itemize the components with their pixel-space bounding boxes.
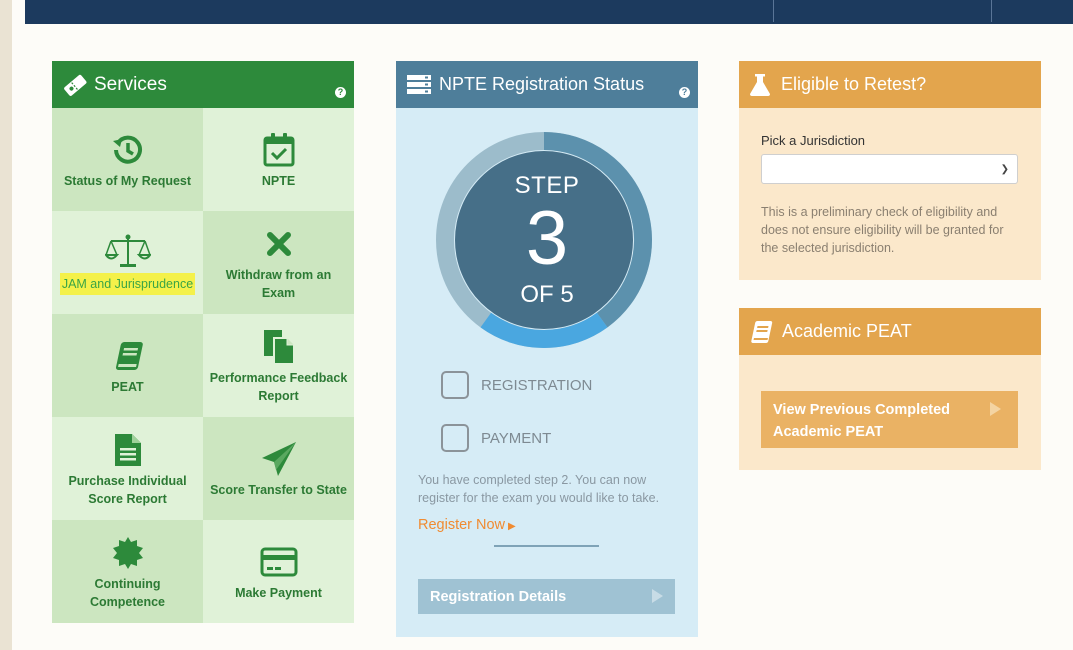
- npte-status-note: You have completed step 2. You can now r…: [418, 473, 660, 505]
- file-text-icon: [113, 430, 143, 470]
- tile-withdraw-from-an-exam[interactable]: Withdraw from an Exam: [203, 211, 354, 314]
- services-header: Services ?: [52, 61, 354, 108]
- tile-purchase-individual-score-report[interactable]: Purchase Individual Score Report: [52, 417, 203, 520]
- scales-icon: [104, 231, 151, 271]
- history-icon: [111, 130, 145, 170]
- tile-status-of-my-request[interactable]: Status of My Request: [52, 108, 203, 211]
- nav-divider: [991, 0, 992, 22]
- academic-peat-panel: Academic PEAT View Previous Completed Ac…: [739, 308, 1041, 470]
- view-previous-completed-peat-button[interactable]: View Previous Completed Academic PEAT: [761, 391, 1018, 448]
- tile-label: Status of My Request: [63, 173, 192, 188]
- tile-label: JAM and Jurisprudence: [59, 272, 196, 295]
- tile-make-payment[interactable]: Make Payment: [203, 520, 354, 623]
- register-now-label: Register Now: [418, 517, 506, 533]
- document-copy-icon: [261, 327, 297, 367]
- npte-header: NPTE Registration Status ?: [396, 61, 698, 108]
- credit-card-icon: [260, 542, 298, 582]
- tile-label: Performance Feedback Report: [209, 370, 348, 403]
- step-number: 3: [525, 196, 569, 281]
- npte-title: NPTE Registration Status: [439, 74, 645, 94]
- caret-right-icon: ▶: [508, 521, 516, 532]
- server-icon: [407, 74, 431, 94]
- chevron-down-icon: ❯: [1000, 164, 1009, 175]
- registration-details-label: Registration Details: [430, 588, 567, 605]
- tile-score-transfer-to-state[interactable]: Score Transfer to State: [203, 417, 354, 520]
- tile-label: Make Payment: [235, 585, 322, 600]
- pick-jurisdiction-label: Pick a Jurisdiction: [761, 133, 866, 148]
- play-arrow-icon: [652, 589, 663, 603]
- services-panel: Services ? Status of My Request NPTE JAM…: [52, 61, 354, 623]
- play-arrow-icon: [990, 402, 1001, 416]
- peat-title: Academic PEAT: [782, 321, 912, 341]
- peat-button-label: View Previous Completed Academic PEAT: [773, 402, 951, 440]
- top-navigation-bar: [25, 0, 1073, 24]
- tile-peat[interactable]: PEAT: [52, 314, 203, 417]
- tile-label: Withdraw from an Exam: [225, 267, 332, 300]
- nav-divider: [773, 0, 774, 22]
- step-of: OF 5: [520, 281, 574, 308]
- retest-title: Eligible to Retest?: [781, 74, 927, 94]
- tile-label: Purchase Individual Score Report: [68, 473, 187, 506]
- book-icon: [111, 336, 145, 376]
- flask-icon: [750, 73, 770, 96]
- ticket-icon: [64, 74, 87, 96]
- certificate-icon: [111, 533, 145, 573]
- tile-label: Continuing Competence: [89, 576, 166, 609]
- tile-label: Score Transfer to State: [210, 482, 347, 497]
- calendar-check-icon: [262, 130, 296, 170]
- help-icon[interactable]: ?: [335, 87, 346, 98]
- tile-continuing-competence[interactable]: Continuing Competence: [52, 520, 203, 623]
- retest-header: Eligible to Retest?: [739, 61, 1041, 108]
- tile-npte[interactable]: NPTE: [203, 108, 354, 211]
- paper-plane-icon: [260, 439, 298, 479]
- tile-performance-feedback-report[interactable]: Performance Feedback Report: [203, 314, 354, 417]
- checklist-payment[interactable]: PAYMENT: [441, 424, 551, 452]
- npte-status-panel: NPTE Registration Status ? STEP 3 OF 5 R…: [396, 61, 698, 637]
- jurisdiction-select[interactable]: ❯: [761, 154, 1018, 184]
- retest-note: This is a preliminary check of eligibili…: [761, 205, 1004, 255]
- help-icon[interactable]: ?: [679, 87, 690, 98]
- tile-label: PEAT: [111, 379, 144, 394]
- eligible-to-retest-panel: Eligible to Retest? Pick a Jurisdiction …: [739, 61, 1041, 280]
- registration-checkbox[interactable]: [441, 371, 469, 399]
- checklist-label: PAYMENT: [481, 429, 552, 447]
- checklist-label: REGISTRATION: [481, 376, 593, 394]
- divider: [494, 545, 599, 547]
- payment-checkbox[interactable]: [441, 424, 469, 452]
- peat-header: Academic PEAT: [739, 308, 1041, 355]
- page-left-edge: [0, 0, 12, 650]
- registration-details-button[interactable]: Registration Details: [418, 579, 675, 614]
- x-icon: [265, 224, 293, 264]
- checklist-registration[interactable]: REGISTRATION: [441, 371, 592, 399]
- tile-label: NPTE: [261, 173, 296, 188]
- book-icon: [751, 320, 773, 343]
- services-title: Services: [94, 73, 167, 95]
- tile-jam-and-jurisprudence[interactable]: JAM and Jurisprudence: [52, 211, 203, 314]
- register-now-link[interactable]: Register Now ▶: [418, 517, 516, 533]
